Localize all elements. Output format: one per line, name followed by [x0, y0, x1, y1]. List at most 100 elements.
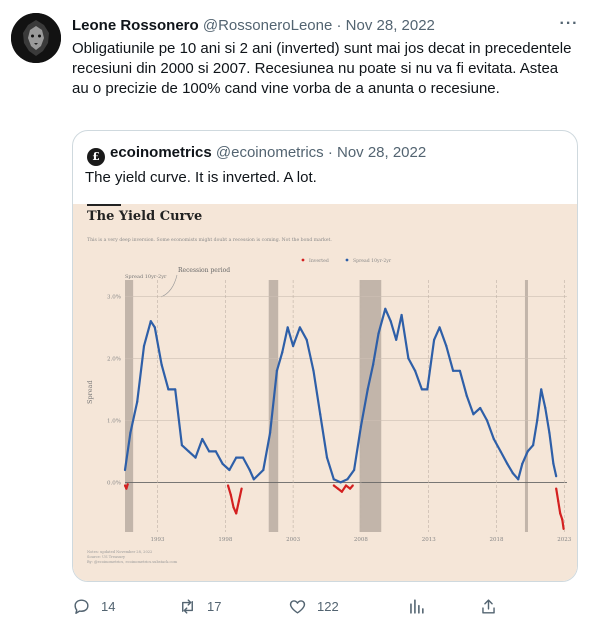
- data-point: [400, 313, 403, 317]
- data-point: [499, 450, 502, 453]
- data-point: [492, 437, 495, 441]
- data-point: [472, 413, 475, 416]
- data-point: [194, 456, 197, 459]
- share-button[interactable]: [479, 595, 498, 617]
- chart-title: The Yield Curve: [87, 209, 202, 224]
- inverted-point: [562, 527, 565, 530]
- avatar[interactable]: [11, 13, 61, 63]
- quoted-author-name[interactable]: ecoinometrics: [110, 144, 212, 161]
- like-count: 122: [317, 598, 339, 614]
- data-point: [506, 462, 509, 465]
- tweet-header: Leone Rossonero @RossoneroLeone · Nov 28…: [72, 16, 582, 36]
- footnote-line: Source: US Treasury: [87, 555, 126, 559]
- data-point: [153, 326, 156, 329]
- analytics-icon: [410, 598, 424, 614]
- like-button[interactable]: 122: [288, 595, 339, 617]
- chart-image[interactable]: The Yield Curve This is a very deep inve…: [73, 204, 577, 581]
- data-point: [552, 462, 555, 465]
- retweet-button[interactable]: 17: [178, 595, 221, 617]
- data-point: [235, 456, 238, 459]
- footnote-line: Notes: updated November 28, 2022: [87, 550, 152, 554]
- data-point: [377, 332, 380, 335]
- lion-avatar-icon: [11, 13, 61, 63]
- data-point: [292, 344, 295, 348]
- inverted-point: [237, 499, 240, 503]
- chart-legend: Inverted Spread 10yr-2yr: [301, 258, 392, 264]
- data-point: [517, 478, 520, 481]
- author-handle-date[interactable]: @RossoneroLeone · Nov 28, 2022: [203, 17, 435, 34]
- data-point: [544, 406, 547, 410]
- chart-top-rule: [87, 204, 121, 206]
- chart-annotations: Spread 10yr-2yr Recession period: [125, 267, 230, 298]
- data-point: [414, 369, 417, 372]
- quoted-tweet[interactable]: £ ecoinometrics @ecoinometrics · Nov 28, …: [72, 130, 578, 582]
- inverted-point: [126, 483, 129, 486]
- legend-label: Spread 10yr-2yr: [353, 258, 392, 264]
- data-point: [420, 388, 424, 391]
- retweet-count: 17: [207, 598, 222, 614]
- data-point: [252, 478, 255, 481]
- x-tick-label: 1993: [151, 537, 165, 543]
- yield-curve-chart: The Yield Curve This is a very deep inve…: [86, 209, 572, 564]
- data-point: [389, 320, 392, 323]
- data-point: [438, 326, 441, 329]
- y-axis-label: Spread: [86, 380, 94, 404]
- recession-band: [524, 280, 528, 532]
- data-point: [142, 344, 146, 348]
- inverted-point: [559, 512, 562, 515]
- footnote-line: By: @ecoinometrics, ecoinometrics.substa…: [87, 560, 178, 564]
- quoted-author-handle-date[interactable]: @ecoinometrics · Nov 28, 2022: [216, 144, 426, 161]
- reply-button[interactable]: 14: [72, 595, 115, 617]
- data-point: [458, 369, 461, 372]
- more-options-icon[interactable]: ···: [557, 14, 581, 36]
- ecoinometrics-logo-icon: £: [87, 148, 105, 166]
- data-point: [298, 326, 302, 329]
- chart-footnote: Notes: updated November 28, 2022Source: …: [87, 550, 178, 564]
- data-point: [445, 344, 448, 348]
- data-point: [395, 338, 398, 341]
- data-point: [548, 431, 551, 434]
- views-button[interactable]: [407, 595, 426, 617]
- legend-marker-inverted: [301, 258, 305, 262]
- y-tick-label: 2.0%: [107, 356, 121, 362]
- data-point: [129, 431, 132, 434]
- inverted-point: [123, 484, 127, 487]
- inverted-point: [226, 484, 230, 487]
- data-point: [465, 394, 468, 397]
- inverted-point: [229, 493, 232, 496]
- share-icon: [482, 598, 495, 614]
- inverted-point: [348, 487, 352, 490]
- y-tick-label: 1.0%: [107, 418, 121, 424]
- tweet-actions: 14 17 122: [72, 595, 582, 617]
- series-line-inverted: [555, 488, 565, 530]
- data-point: [268, 431, 272, 434]
- annotation-label: Recession period: [178, 267, 230, 274]
- x-tick-label: 2018: [489, 537, 503, 543]
- inverted-point: [555, 487, 558, 490]
- heart-icon: [289, 599, 306, 614]
- data-point: [228, 468, 231, 472]
- author-name[interactable]: Leone Rossonero: [72, 17, 199, 34]
- data-point: [201, 437, 204, 441]
- data-point: [319, 413, 322, 416]
- inverted-point: [125, 487, 128, 490]
- data-point: [521, 462, 524, 465]
- inverted-point: [235, 512, 238, 515]
- legend-marker-spread: [345, 258, 349, 262]
- inverted-point: [351, 484, 354, 487]
- recession-band: [359, 280, 382, 532]
- inverted-point: [336, 487, 339, 490]
- reply-count: 14: [101, 598, 116, 614]
- data-point: [248, 468, 251, 472]
- inverted-point: [340, 490, 344, 493]
- data-point: [214, 450, 217, 453]
- inverted-point: [332, 484, 335, 487]
- y-axis: 3.0% 2.0% 1.0% 0.0%: [107, 294, 121, 486]
- data-point: [286, 326, 289, 329]
- recession-bands: [125, 280, 528, 532]
- x-tick-label: 2013: [422, 537, 436, 543]
- quoted-tweet-text: The yield curve. It is inverted. A lot.: [85, 169, 317, 186]
- inverted-point: [557, 499, 560, 503]
- data-point: [346, 478, 349, 481]
- x-tick-label: 1998: [218, 537, 232, 543]
